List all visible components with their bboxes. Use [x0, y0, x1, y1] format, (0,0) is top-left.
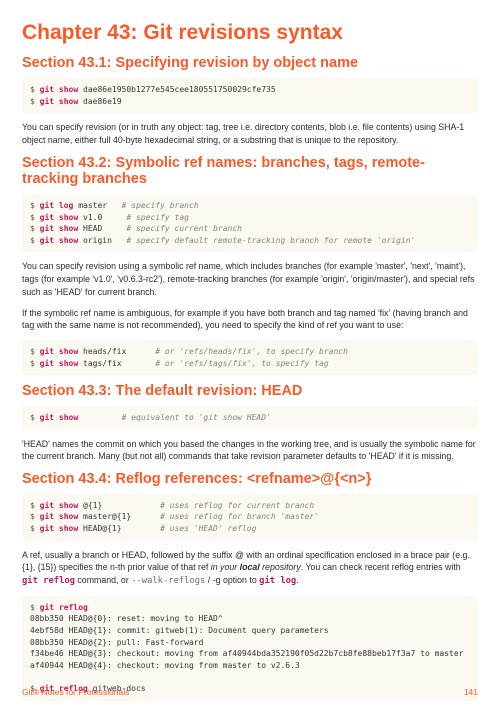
cmd: git reflog	[40, 603, 88, 612]
arg: dae86e1950b1277e545cee180551750029cfe735	[78, 85, 275, 94]
out: af40944 HEAD@{4}: checkout: moving from …	[30, 661, 300, 670]
section-43-1-title: Section 43.1: Specifying revision by obj…	[22, 55, 478, 72]
arg: master	[73, 201, 121, 210]
prompt: $	[30, 97, 35, 106]
arg: origin	[78, 236, 126, 245]
prompt: $	[30, 524, 35, 533]
code-sec4b: $ git reflog 08bb350 HEAD@{0}: reset: mo…	[22, 596, 478, 701]
arg: HEAD@{1}	[78, 524, 160, 533]
cmd: git show	[40, 213, 79, 222]
prompt: $	[30, 85, 35, 94]
sec1-p1: You can specify revision (or in truth an…	[22, 121, 478, 147]
prompt: $	[30, 224, 35, 233]
arg: v1.0	[78, 213, 126, 222]
inline-code: git reflog	[22, 576, 75, 586]
prompt: $	[30, 201, 35, 210]
out: 08bb350 HEAD@{2}: pull: Fast-forward	[30, 638, 203, 647]
comment: # uses 'HEAD' reflog	[160, 524, 256, 533]
arg: heads/fix	[78, 347, 155, 356]
comment: # specify current branch	[126, 224, 242, 233]
prompt: $	[30, 236, 35, 245]
sec2-p1: You can specify revision using a symboli…	[22, 260, 478, 298]
comment: # specify branch	[122, 201, 199, 210]
code-sec4a: $ git show @{1} # uses reflog for curren…	[22, 494, 478, 541]
text: .	[296, 575, 298, 585]
prompt: $	[30, 213, 35, 222]
cmd: git show	[40, 236, 79, 245]
footer-page: 141	[464, 687, 478, 699]
cmd: git show	[40, 359, 79, 368]
arg	[78, 413, 121, 422]
prompt: $	[30, 413, 35, 422]
cmd: git show	[40, 347, 79, 356]
code-sec3: $ git show # equivalent to 'git show HEA…	[22, 406, 478, 430]
section-43-4-title: Section 43.4: Reflog references: <refnam…	[22, 471, 478, 488]
cmd: git show	[40, 413, 79, 422]
prompt: $	[30, 501, 35, 510]
text-em: repository	[260, 562, 301, 572]
cmd: git show	[40, 512, 79, 521]
comment: # uses reflog for current branch	[160, 501, 314, 510]
out: f34be46 HEAD@{3}: checkout: moving from …	[30, 649, 463, 658]
cmd: git log	[40, 201, 74, 210]
code-sec2b: $ git show heads/fix # or 'refs/heads/fi…	[22, 340, 478, 375]
text: command, or	[75, 575, 131, 585]
arg: HEAD	[78, 224, 126, 233]
comment: # uses reflog for branch 'master'	[160, 512, 319, 521]
text: . You can check recent reflog entries wi…	[301, 562, 461, 572]
cmd: git show	[40, 501, 79, 510]
prompt: $	[30, 512, 35, 521]
cmd: git show	[40, 85, 79, 94]
prompt: $	[30, 603, 35, 612]
footer-left: Git® Notes for Professionals	[22, 687, 129, 699]
out: 08bb350 HEAD@{0}: reset: moving to HEAD^	[30, 614, 223, 623]
sec3-p1: 'HEAD' names the commit on which you bas…	[22, 438, 478, 464]
code-sec2a: $ git log master # specify branch $ git …	[22, 194, 478, 252]
arg: master@{1}	[78, 512, 160, 521]
text-em: in your	[211, 562, 240, 572]
section-43-2-title: Section 43.2: Symbolic ref names: branch…	[22, 155, 478, 188]
chapter-title: Chapter 43: Git revisions syntax	[22, 18, 478, 47]
comment: # specify default remote-tracking branch…	[126, 236, 415, 245]
out: 4ebf58d HEAD@{1}: commit: gitweb(1): Doc…	[30, 626, 329, 635]
inline-code: git log	[259, 576, 296, 586]
arg: @{1}	[78, 501, 160, 510]
comment: # or 'refs/tags/fix', to specify tag	[155, 359, 328, 368]
sec4-p1: A ref, usually a branch or HEAD, followe…	[22, 549, 478, 588]
comment: # equivalent to 'git show HEAD'	[122, 413, 271, 422]
arg: dae86e19	[78, 97, 121, 106]
cmd: git show	[40, 224, 79, 233]
inline-flag: --walk-reflogs	[131, 576, 205, 586]
text: / -g option to	[205, 575, 259, 585]
comment: # specify tag	[126, 213, 189, 222]
prompt: $	[30, 347, 35, 356]
section-43-3-title: Section 43.3: The default revision: HEAD	[22, 383, 478, 400]
sec2-p2: If the symbolic ref name is ambiguous, f…	[22, 307, 478, 333]
prompt: $	[30, 359, 35, 368]
code-sec1: $ git show dae86e1950b1277e545cee1805517…	[22, 78, 478, 113]
text-strong: local	[240, 562, 260, 572]
cmd: git show	[40, 97, 79, 106]
cmd: git show	[40, 524, 79, 533]
comment: # or 'refs/heads/fix', to specify branch	[155, 347, 348, 356]
arg: tags/fix	[78, 359, 155, 368]
